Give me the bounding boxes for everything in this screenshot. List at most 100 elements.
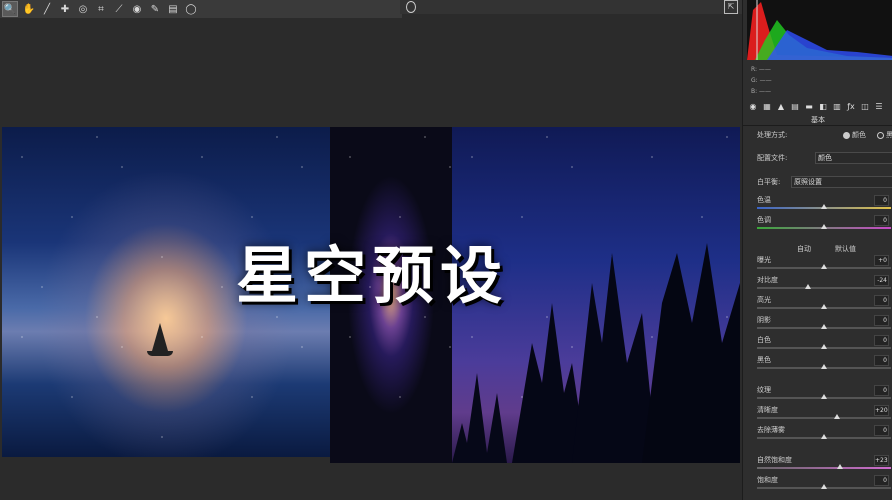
- slider-row: 色温 0: [757, 195, 892, 209]
- tab-presets-icon[interactable]: ☰: [873, 101, 885, 112]
- b-value: B: ——: [751, 88, 772, 95]
- slider-value-field[interactable]: 0: [874, 475, 889, 486]
- slider-track[interactable]: [757, 434, 891, 439]
- slider-track[interactable]: [757, 414, 891, 419]
- toggle-circle-icon[interactable]: [406, 1, 416, 13]
- slider-row: 色调 0: [757, 215, 892, 229]
- histogram: [747, 0, 892, 60]
- slider-track[interactable]: [757, 224, 891, 229]
- slider-track[interactable]: [757, 394, 891, 399]
- slider-label: 自然饱和度: [757, 456, 792, 464]
- straighten-icon[interactable]: ⟋: [112, 2, 126, 16]
- auto-button[interactable]: 自动: [797, 244, 811, 254]
- slider-thumb[interactable]: [821, 224, 827, 229]
- slider-track[interactable]: [757, 464, 891, 469]
- brush-icon[interactable]: ✎: [148, 2, 162, 16]
- slider-thumb[interactable]: [804, 284, 811, 289]
- slider-thumb[interactable]: [834, 414, 841, 419]
- slider-thumb[interactable]: [821, 264, 827, 269]
- slider-thumb[interactable]: [821, 434, 827, 439]
- tab-effects-icon[interactable]: ƒx: [845, 101, 857, 112]
- slider-row: 饱和度 0: [757, 475, 892, 489]
- target-adjust-icon[interactable]: ◎: [76, 2, 90, 16]
- slider-thumb[interactable]: [821, 364, 827, 369]
- gradient-icon[interactable]: ▤: [166, 2, 180, 16]
- tab-tone-curve-icon[interactable]: ▦: [761, 101, 773, 112]
- slider-label: 色温: [757, 196, 771, 204]
- slider-label: 饱和度: [757, 476, 778, 484]
- slider-track[interactable]: [757, 304, 891, 309]
- slider-label: 色调: [757, 216, 771, 224]
- slider-track[interactable]: [757, 484, 891, 489]
- r-value: R: ——: [751, 66, 771, 73]
- slider-label: 清晰度: [757, 406, 778, 414]
- white-balance-label: 白平衡:: [757, 178, 781, 186]
- slider-label: 纹理: [757, 386, 771, 394]
- crop-icon[interactable]: ⌗: [94, 2, 108, 16]
- slider-value-field[interactable]: 0: [874, 315, 889, 326]
- slider-row: 自然饱和度 +23: [757, 455, 892, 469]
- rgb-readout: R: —— G: —— B: ——: [751, 64, 772, 97]
- profile-select[interactable]: 颜色: [815, 152, 892, 164]
- slider-value-field[interactable]: +20: [874, 405, 889, 416]
- slider-track[interactable]: [757, 324, 891, 329]
- slider-label: 阴影: [757, 316, 771, 324]
- slider-row: 白色 0: [757, 335, 892, 349]
- tab-detail-icon[interactable]: ▲: [775, 101, 787, 112]
- zoom-icon[interactable]: 🔍: [2, 1, 18, 17]
- slider-value-field[interactable]: 0: [874, 215, 889, 226]
- slider-row: 纹理 0: [757, 385, 892, 399]
- slider-label: 白色: [757, 336, 771, 344]
- tab-lens-icon[interactable]: ◧: [817, 101, 829, 112]
- red-eye-icon[interactable]: ◉: [130, 2, 144, 16]
- section-title: 基本: [743, 115, 892, 126]
- slider-value-field[interactable]: 0: [874, 195, 889, 206]
- slider-track[interactable]: [757, 344, 891, 349]
- slider-value-field[interactable]: 0: [874, 335, 889, 346]
- slider-row: 对比度 -24: [757, 275, 892, 289]
- slider-thumb[interactable]: [821, 324, 827, 329]
- top-strip: [400, 0, 742, 14]
- color-sampler-icon[interactable]: ✚: [58, 2, 72, 16]
- radio-color[interactable]: 颜色: [841, 130, 866, 140]
- radial-icon[interactable]: ◯: [184, 2, 198, 16]
- slider-thumb[interactable]: [837, 464, 844, 469]
- slider-value-field[interactable]: -24: [874, 275, 889, 286]
- slider-value-field[interactable]: 0: [874, 385, 889, 396]
- slider-track[interactable]: [757, 204, 891, 209]
- slider-thumb[interactable]: [821, 344, 827, 349]
- slider-track[interactable]: [757, 284, 891, 289]
- hand-icon[interactable]: ✋: [22, 2, 36, 16]
- slider-row: 高光 0: [757, 295, 892, 309]
- tab-calibration-icon[interactable]: ◫: [859, 101, 871, 112]
- slider-value-field[interactable]: +23: [874, 455, 889, 466]
- slider-label: 黑色: [757, 356, 771, 364]
- slider-thumb[interactable]: [821, 484, 827, 489]
- slider-thumb[interactable]: [821, 394, 827, 399]
- slider-value-field[interactable]: 0: [874, 295, 889, 306]
- slider-row: 曝光 +0: [757, 255, 892, 269]
- fullscreen-icon[interactable]: ⇱: [724, 0, 738, 14]
- tab-transform-icon[interactable]: ▥: [831, 101, 843, 112]
- slider-track[interactable]: [757, 264, 891, 269]
- profile-row: 配置文件: 颜色: [757, 152, 892, 164]
- white-balance-row: 白平衡: 原照设置: [757, 176, 892, 188]
- slider-track[interactable]: [757, 364, 891, 369]
- eyedropper-icon[interactable]: ╱: [40, 2, 54, 16]
- slider-value-field[interactable]: 0: [874, 425, 889, 436]
- overlay-title: 星空预设: [236, 239, 509, 312]
- default-button[interactable]: 默认值: [835, 244, 856, 254]
- slider-value-field[interactable]: 0: [874, 355, 889, 366]
- radio-bw[interactable]: 黑: [875, 130, 892, 140]
- tab-basic-icon[interactable]: ◉: [747, 101, 759, 112]
- slider-thumb[interactable]: [821, 204, 827, 209]
- tab-split-tone-icon[interactable]: ▬: [803, 101, 815, 112]
- slider-value-field[interactable]: +0: [874, 255, 889, 266]
- white-balance-select[interactable]: 原照设置: [791, 176, 892, 188]
- slider-thumb[interactable]: [821, 304, 827, 309]
- slider-row: 阴影 0: [757, 315, 892, 329]
- slider-label: 高光: [757, 296, 771, 304]
- tab-hsl-icon[interactable]: ▤: [789, 101, 801, 112]
- slider-row: 清晰度 +20: [757, 405, 892, 419]
- slider-label: 对比度: [757, 276, 778, 284]
